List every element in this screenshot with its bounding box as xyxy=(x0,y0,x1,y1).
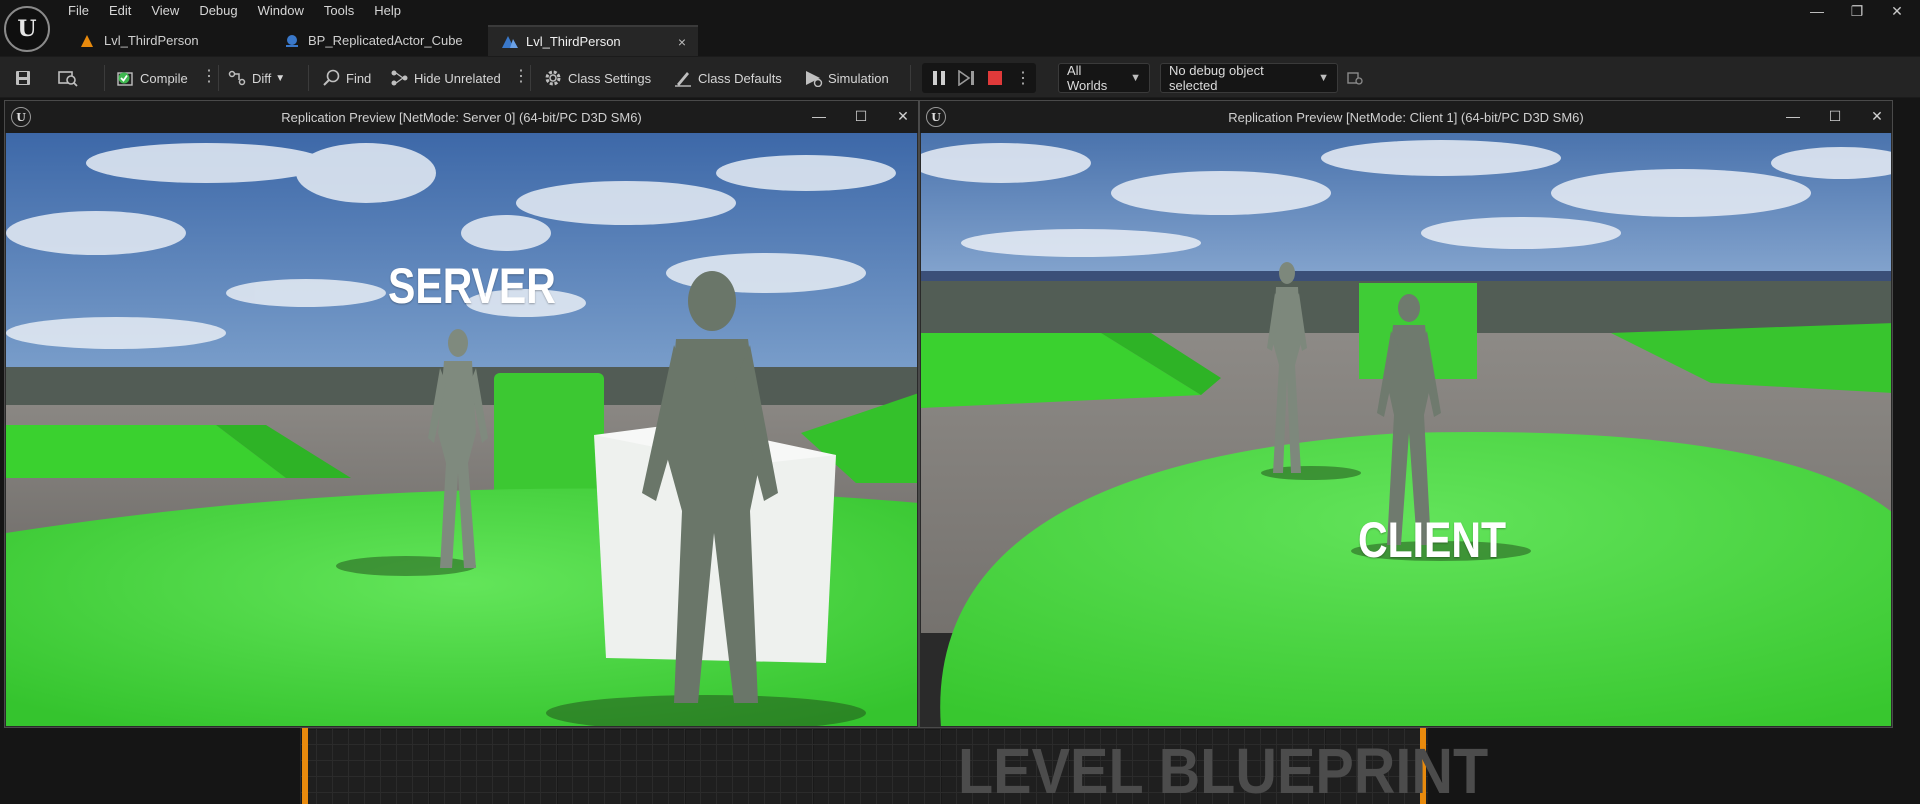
close-icon[interactable]: ✕ xyxy=(890,105,916,127)
debug-object-dropdown[interactable]: No debug object selected ▼ xyxy=(1160,63,1338,93)
tab-lvl-thirdperson[interactable]: Lvl_ThirdPerson xyxy=(66,25,266,56)
chevron-down-icon: ▼ xyxy=(1130,72,1141,84)
window-title: Replication Preview [NetMode: Server 0] … xyxy=(281,109,642,125)
client-scene xyxy=(921,133,1891,726)
blueprint-toolbar: Compile ⋮ Diff ▼ Find Hide Unrelated ⋮ C… xyxy=(0,56,1920,98)
menu-debug[interactable]: Debug xyxy=(189,0,247,22)
find-icon xyxy=(322,69,340,87)
diff-label: Diff xyxy=(252,70,272,86)
toolbar-divider xyxy=(218,65,219,91)
minimize-icon[interactable]: — xyxy=(1800,0,1834,22)
simulation-label: Simulation xyxy=(828,70,889,86)
compile-success-icon xyxy=(116,69,134,87)
worlds-dropdown[interactable]: All Worlds ▼ xyxy=(1058,63,1150,93)
tab-bp-replicatedactor-cube[interactable]: BP_ReplicatedActor_Cube xyxy=(270,25,490,56)
menu-edit[interactable]: Edit xyxy=(99,0,141,22)
unreal-logo-icon[interactable]: U xyxy=(4,6,50,52)
tab-label: Lvl_ThirdPerson xyxy=(104,33,199,48)
unreal-editor-window: { "app": {"logo_letter": "U", "logo_icon… xyxy=(0,0,1920,804)
play-controls: ⋮ xyxy=(922,63,1036,93)
play-options-icon[interactable]: ⋮ xyxy=(1014,69,1032,87)
hide-unrelated-label: Hide Unrelated xyxy=(414,70,501,86)
close-icon[interactable]: ✕ xyxy=(1880,0,1914,22)
graph-watermark: LEVEL BLUEPRINT xyxy=(958,735,1489,804)
simulation-icon xyxy=(804,69,823,88)
class-settings-button[interactable]: Class Settings xyxy=(544,65,651,91)
menu-window[interactable]: Window xyxy=(248,0,314,22)
debug-find-icon xyxy=(1346,69,1364,87)
find-button[interactable]: Find xyxy=(322,65,371,91)
tab-label: BP_ReplicatedActor_Cube xyxy=(308,33,463,48)
maximize-icon[interactable]: ❐ xyxy=(1840,0,1874,22)
client-overlay-label: CLIENT xyxy=(1358,512,1507,568)
class-defaults-button[interactable]: Class Defaults xyxy=(674,65,782,91)
maximize-icon[interactable]: ☐ xyxy=(848,105,874,127)
menu-view[interactable]: View xyxy=(141,0,189,22)
unreal-small-logo-icon: U xyxy=(11,107,31,127)
document-tab-bar: Lvl_ThirdPerson BP_ReplicatedActor_Cube … xyxy=(0,22,1920,56)
debug-object-value: No debug object selected xyxy=(1169,63,1264,93)
pause-icon[interactable] xyxy=(930,69,948,87)
minimize-icon[interactable]: — xyxy=(1780,105,1806,127)
hide-unrelated-options-icon[interactable]: ⋮ xyxy=(513,67,529,87)
hide-unrelated-button[interactable]: Hide Unrelated xyxy=(390,65,501,91)
frame-skip-icon[interactable] xyxy=(958,69,976,87)
main-menu: File Edit View Debug Window Tools Help xyxy=(58,0,411,22)
graph-left-border xyxy=(302,728,308,804)
browse-icon xyxy=(58,69,78,87)
server-scene xyxy=(6,133,917,726)
window-title-bar[interactable]: U Replication Preview [NetMode: Server 0… xyxy=(5,101,918,133)
menu-tools[interactable]: Tools xyxy=(314,0,364,22)
hide-unrelated-icon xyxy=(390,69,408,87)
server-viewport[interactable]: SERVER xyxy=(6,133,917,726)
compile-button[interactable]: Compile xyxy=(116,65,188,91)
menu-bar: File Edit View Debug Window Tools Help —… xyxy=(0,0,1920,22)
tab-lvl-thirdperson-active[interactable]: Lvl_ThirdPerson × xyxy=(488,25,698,56)
class-defaults-label: Class Defaults xyxy=(698,70,782,86)
worlds-value: All Worlds xyxy=(1067,63,1108,93)
toolbar-divider xyxy=(308,65,309,91)
level-blueprint-icon xyxy=(502,35,518,49)
debug-find-button[interactable] xyxy=(1346,65,1370,91)
browse-button[interactable] xyxy=(58,65,82,91)
menu-file[interactable]: File xyxy=(58,0,99,22)
toolbar-divider xyxy=(104,65,105,91)
save-button[interactable] xyxy=(14,65,38,91)
compile-label: Compile xyxy=(140,70,188,86)
server-overlay-label: SERVER xyxy=(388,258,556,314)
chevron-down-icon: ▼ xyxy=(1318,72,1329,84)
gear-icon xyxy=(544,69,562,87)
simulation-button[interactable]: Simulation xyxy=(804,65,889,91)
find-label: Find xyxy=(346,70,372,86)
client-viewport[interactable]: CLIENT xyxy=(921,133,1891,726)
menu-help[interactable]: Help xyxy=(364,0,411,22)
client-preview-window[interactable]: U Replication Preview [NetMode: Client 1… xyxy=(919,100,1893,728)
compile-options-icon[interactable]: ⋮ xyxy=(201,67,217,87)
toolbar-divider xyxy=(530,65,531,91)
diff-icon xyxy=(228,69,246,87)
class-defaults-icon xyxy=(674,69,692,87)
stop-icon[interactable] xyxy=(986,69,1004,87)
maximize-icon[interactable]: ☐ xyxy=(1822,105,1848,127)
class-settings-label: Class Settings xyxy=(568,70,652,86)
toolbar-divider xyxy=(910,65,911,91)
save-icon xyxy=(14,69,32,87)
minimize-icon[interactable]: — xyxy=(806,105,832,127)
close-icon[interactable]: ✕ xyxy=(1864,105,1890,127)
close-tab-icon[interactable]: × xyxy=(678,34,686,50)
diff-button[interactable]: Diff ▼ xyxy=(228,65,285,91)
unreal-small-logo-icon: U xyxy=(926,107,946,127)
blueprint-icon xyxy=(284,34,298,48)
level-icon xyxy=(80,34,94,48)
window-title-bar[interactable]: U Replication Preview [NetMode: Client 1… xyxy=(920,101,1892,133)
chevron-down-icon: ▼ xyxy=(275,72,286,84)
tab-label: Lvl_ThirdPerson xyxy=(526,34,621,49)
window-title: Replication Preview [NetMode: Client 1] … xyxy=(1228,109,1584,125)
server-preview-window[interactable]: U Replication Preview [NetMode: Server 0… xyxy=(4,100,919,728)
